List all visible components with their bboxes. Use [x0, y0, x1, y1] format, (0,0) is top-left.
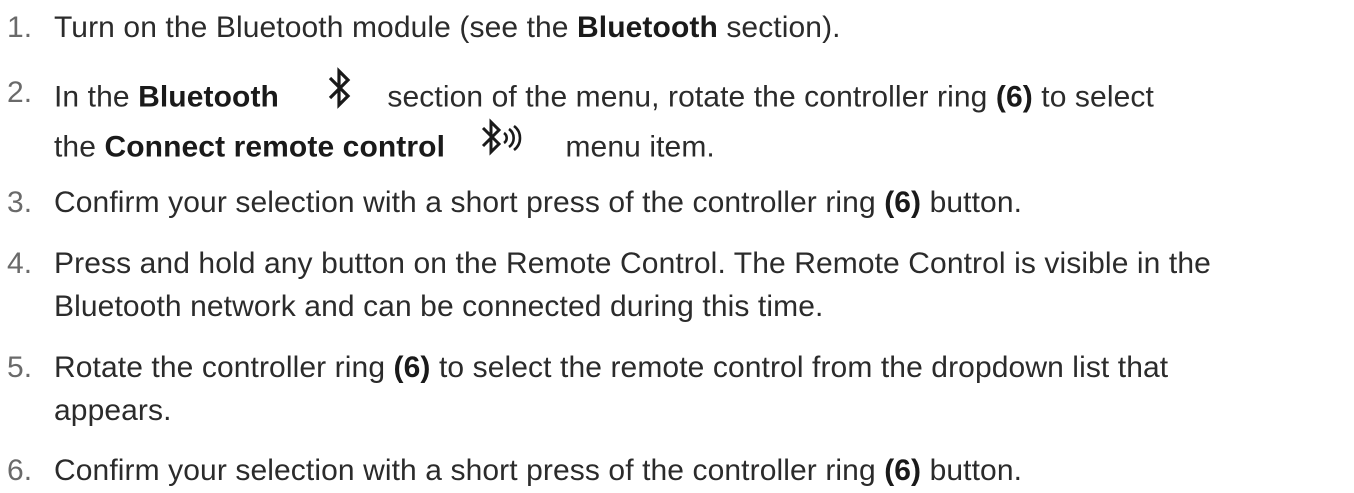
bluetooth-icon: [319, 67, 359, 122]
step-number: 3.: [7, 186, 33, 219]
step-number: 5.: [7, 351, 33, 384]
step-number: 2.: [7, 76, 33, 109]
step-text: Confirm your selection with a short pres…: [54, 186, 1023, 219]
step-text: Confirm your selection with a short pres…: [54, 454, 1023, 487]
step-text-line2: the Connect remote control menu item.: [54, 118, 715, 176]
step-number: 1.: [7, 11, 33, 44]
bold-term: (6): [884, 186, 922, 219]
bold-term: Bluetooth: [577, 11, 718, 44]
bold-term: Connect remote control: [104, 130, 446, 164]
step-text: In the Bluetooth section of the menu, ro…: [54, 67, 1352, 126]
step-text: Press and hold any button on the Remote …: [54, 247, 1211, 280]
bold-term: (6): [393, 351, 431, 384]
bold-term: (6): [995, 80, 1033, 114]
step-text-line2: Bluetooth network and can be connected d…: [54, 290, 824, 323]
step-number: 6.: [7, 454, 33, 487]
step-text: Turn on the Bluetooth module (see the Bl…: [54, 11, 841, 44]
bluetooth-connect-remote-icon: [477, 117, 527, 172]
step-text: Rotate the controller ring (6) to select…: [54, 351, 1169, 384]
step-text-line2: appears.: [54, 394, 172, 427]
bold-term: Bluetooth: [138, 80, 279, 114]
instruction-steps: 1. Turn on the Bluetooth module (see the…: [0, 0, 1354, 488]
step-number: 4.: [7, 247, 33, 280]
bold-term: (6): [884, 454, 922, 487]
